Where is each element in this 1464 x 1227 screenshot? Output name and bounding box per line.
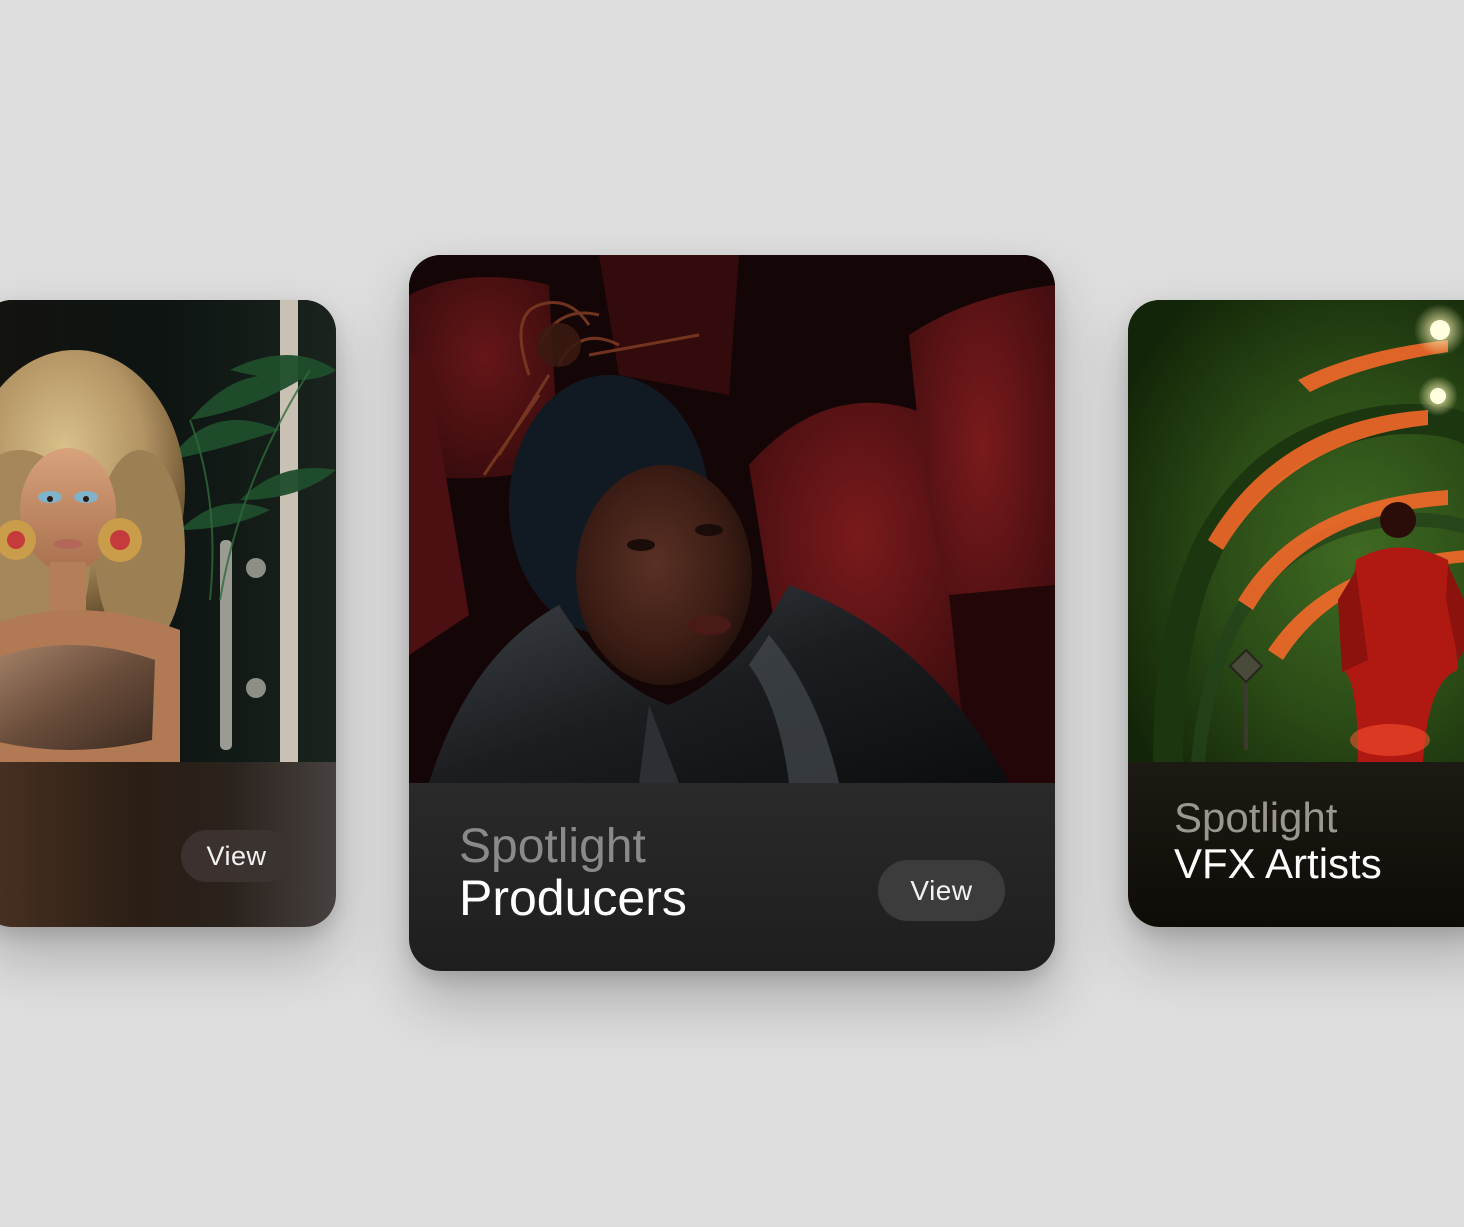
tunnel-man-image [1128, 300, 1464, 762]
spotlight-card-left[interactable]: View [0, 300, 336, 927]
card-category-label: Spotlight [459, 820, 646, 873]
card-image-blonde-woman [0, 300, 336, 762]
card-image-woman-theater [409, 255, 1055, 783]
view-button[interactable]: View [181, 830, 292, 882]
spotlight-card-producers[interactable]: Spotlight Producers View [409, 255, 1055, 971]
card-title: VFX Artists [1174, 840, 1382, 887]
woman-theater-image [409, 255, 1055, 783]
card-title: Producers [459, 870, 687, 926]
view-button[interactable]: View [878, 860, 1005, 921]
card-category-label: Spotlight [1174, 794, 1338, 841]
blonde-woman-image [0, 300, 336, 762]
card-image-tunnel-man [1128, 300, 1464, 762]
spotlight-card-vfx-artists[interactable]: Spotlight VFX Artists [1128, 300, 1464, 927]
